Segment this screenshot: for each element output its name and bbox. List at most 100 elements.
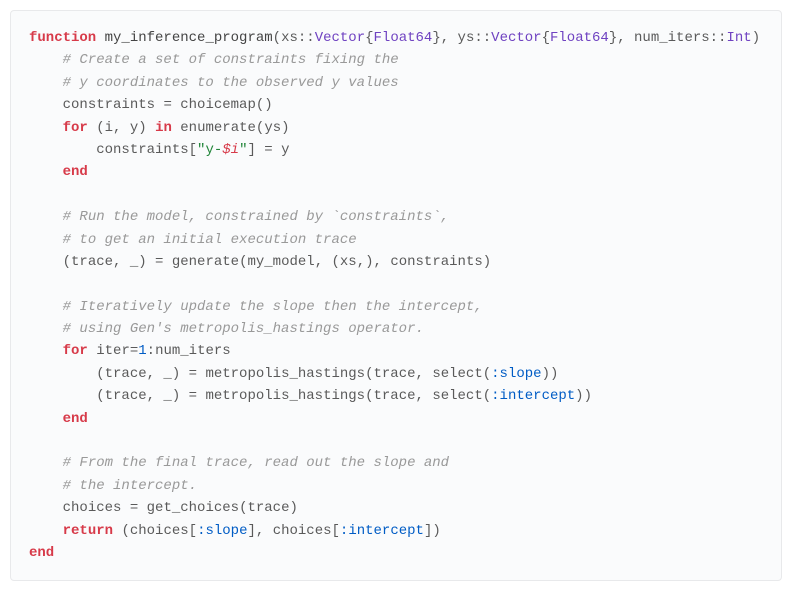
comment: # using Gen's metropolis_hastings operat… <box>63 321 424 337</box>
comma: , <box>315 254 332 270</box>
colon: : <box>147 343 155 359</box>
brace: } <box>432 30 440 46</box>
keyword-in: in <box>155 120 172 136</box>
loop-iter: iter <box>96 343 130 359</box>
var-numiters: num_iters <box>155 343 231 359</box>
function-name: my_inference_program <box>105 30 273 46</box>
comment: # Create a set of constraints fixing the <box>63 52 399 68</box>
trace-tuple: (trace, _) <box>96 366 180 382</box>
double-colon: :: <box>298 30 315 46</box>
param-numiters: num_iters <box>634 30 710 46</box>
keyword-end: end <box>29 545 54 561</box>
type-float64: Float64 <box>550 30 609 46</box>
number-1: 1 <box>138 343 146 359</box>
var-choices: choices <box>63 500 122 516</box>
comment: # From the final trace, read out the slo… <box>63 455 449 471</box>
var-constraints: constraints <box>96 142 188 158</box>
arg-trace: trace <box>374 388 416 404</box>
brace: } <box>609 30 617 46</box>
arg-trace: trace <box>247 500 289 516</box>
comment: # y coordinates to the observed y values <box>63 75 399 91</box>
fn-choicemap: choicemap <box>180 97 256 113</box>
comma: , <box>617 30 634 46</box>
symbol-slope: :slope <box>197 523 247 539</box>
paren: ( <box>273 30 281 46</box>
param-xs: xs <box>281 30 298 46</box>
keyword-for: for <box>63 343 88 359</box>
comment: # the intercept. <box>63 478 197 494</box>
trace-tuple: (trace, _) <box>96 388 180 404</box>
fn-select: select <box>432 366 482 382</box>
fn-mh: metropolis_hastings <box>205 366 365 382</box>
keyword-end: end <box>63 164 88 180</box>
loop-vars: (i, y) <box>96 120 146 136</box>
equals: = <box>163 97 171 113</box>
brace: { <box>542 30 550 46</box>
comment: # Run the model, constrained by `constra… <box>63 209 449 225</box>
bracket: ] <box>247 523 255 539</box>
equals: = <box>130 500 138 516</box>
arg-trace: trace <box>374 366 416 382</box>
double-colon: :: <box>710 30 727 46</box>
comment: # Iteratively update the slope then the … <box>63 299 483 315</box>
paren: () <box>256 97 273 113</box>
keyword-end: end <box>63 411 88 427</box>
fn-mh: metropolis_hastings <box>205 388 365 404</box>
brace: { <box>365 30 373 46</box>
paren: ( <box>365 388 373 404</box>
paren: ( <box>483 366 491 382</box>
bracket: [ <box>332 523 340 539</box>
comma: , <box>441 30 458 46</box>
arg-ys: ys <box>264 120 281 136</box>
keyword-for: for <box>63 120 88 136</box>
paren: ( <box>483 388 491 404</box>
bracket: ] <box>247 142 255 158</box>
symbol-slope: :slope <box>491 366 541 382</box>
equals: = <box>264 142 272 158</box>
var-choices: choices <box>130 523 189 539</box>
comma: , <box>374 254 391 270</box>
equals: = <box>155 254 163 270</box>
type-vector: Vector <box>491 30 541 46</box>
code-block: function my_inference_program(xs::Vector… <box>10 10 782 581</box>
double-colon: :: <box>474 30 491 46</box>
param-ys: ys <box>458 30 475 46</box>
var-y: y <box>281 142 289 158</box>
comma: , <box>256 523 273 539</box>
var-constraints: constraints <box>63 97 155 113</box>
bracket: [ <box>189 142 197 158</box>
paren: ) <box>483 254 491 270</box>
equals: = <box>189 366 197 382</box>
keyword-function: function <box>29 30 96 46</box>
paren: ( <box>365 366 373 382</box>
symbol-intercept: :intercept <box>491 388 575 404</box>
comma: , <box>416 388 433 404</box>
paren: ) <box>432 523 440 539</box>
arg-xs: (xs,) <box>332 254 374 270</box>
trace-tuple: (trace, _) <box>63 254 147 270</box>
string-y: "y- <box>197 142 222 158</box>
type-float64: Float64 <box>374 30 433 46</box>
fn-select: select <box>432 388 482 404</box>
arg-constraints: constraints <box>390 254 482 270</box>
equals: = <box>130 343 138 359</box>
comma: , <box>416 366 433 382</box>
paren: ) <box>289 500 297 516</box>
fn-enumerate: enumerate <box>180 120 256 136</box>
paren: )) <box>575 388 592 404</box>
comment: # to get an initial execution trace <box>63 232 357 248</box>
var-choices: choices <box>273 523 332 539</box>
paren: ) <box>281 120 289 136</box>
type-vector: Vector <box>315 30 365 46</box>
type-int: Int <box>726 30 751 46</box>
paren: )) <box>542 366 559 382</box>
paren: ( <box>121 523 129 539</box>
fn-generate: generate <box>172 254 239 270</box>
fn-getchoices: get_choices <box>147 500 239 516</box>
paren: ) <box>752 30 760 46</box>
arg-mymodel: my_model <box>247 254 314 270</box>
interp-i: $i <box>222 142 239 158</box>
symbol-intercept: :intercept <box>340 523 424 539</box>
bracket: [ <box>189 523 197 539</box>
equals: = <box>189 388 197 404</box>
